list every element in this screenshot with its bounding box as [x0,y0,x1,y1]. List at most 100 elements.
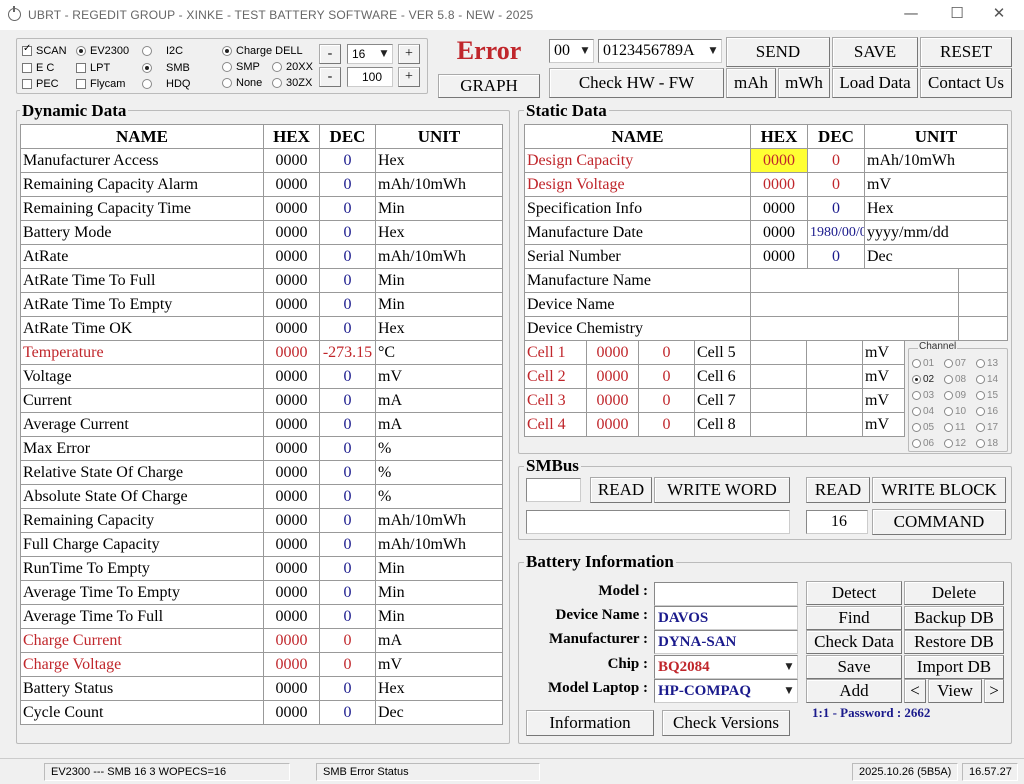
table-row[interactable]: Specification Info 0000 0 Hex [524,196,1008,221]
decrement-button[interactable]: - [319,44,341,64]
graph-button[interactable]: GRAPH [438,74,540,98]
table-row[interactable]: Remaining Capacity Alarm 0000 0 mAh/10mWh [20,172,503,197]
contact-us-button[interactable]: Contact Us [920,68,1012,98]
write-block-button[interactable]: WRITE BLOCK [872,477,1006,503]
table-row[interactable]: RunTime To Empty 0000 0 Min [20,556,503,581]
channel-radio-01[interactable]: 01 [912,358,934,369]
command-code-select[interactable]: 00 ▼ [549,39,594,63]
table-row[interactable]: Design Voltage 0000 0 mV [524,172,1008,197]
channel-radio-18[interactable]: 18 [976,438,998,449]
maximize-button[interactable]: ☐ [944,4,970,26]
model-laptop-select[interactable]: HP-COMPAQ ▼ [654,679,798,703]
load-data-button[interactable]: Load Data [832,68,918,98]
table-row[interactable]: Device Chemistry [524,316,1008,341]
smb-radio[interactable]: SMB [142,62,190,74]
send-button[interactable]: SEND [726,37,830,67]
channel-radio-12[interactable]: 12 [944,438,966,449]
command-button[interactable]: COMMAND [872,509,1006,535]
table-row[interactable]: AtRate Time To Full 0000 0 Min [20,268,503,293]
table-row[interactable]: Average Time To Empty 0000 0 Min [20,580,503,605]
ev2300-radio[interactable]: EV2300 [76,45,129,57]
check-hw-fw-button[interactable]: Check HW - FW [549,68,724,98]
mwh-button[interactable]: mWh [778,68,830,98]
smbus-address-input[interactable] [526,478,581,502]
cell-row[interactable]: Cell 2 0000 0 Cell 6 mV [524,364,905,389]
channel-radio-07[interactable]: 07 [944,358,966,369]
smbus-data-input[interactable] [526,510,790,534]
import-db-button[interactable]: Import DB [904,655,1004,679]
check-versions-button[interactable]: Check Versions [662,710,790,736]
table-row[interactable]: Temperature 0000 -273.15 °C [20,340,503,365]
channel-radio-05[interactable]: 05 [912,422,934,433]
restore-db-button[interactable]: Restore DB [904,630,1004,654]
backup-db-button[interactable]: Backup DB [904,606,1004,630]
manufacturer-input[interactable]: DYNA-SAN [654,630,798,654]
flycam-checkbox[interactable]: Flycam [76,78,125,90]
smbus-read-button[interactable]: READ [590,477,652,503]
20xx-radio[interactable]: 20XX [272,61,313,73]
device-name-input[interactable]: DAVOS [654,606,798,630]
lpt-checkbox[interactable]: LPT [76,62,110,74]
channel-radio-16[interactable]: 16 [976,406,998,417]
table-row[interactable]: Full Charge Capacity 0000 0 mAh/10mWh [20,532,503,557]
table-row[interactable]: Manufacturer Access 0000 0 Hex [20,148,503,173]
model-input[interactable] [654,582,798,606]
table-row[interactable]: Remaining Capacity Time 0000 0 Min [20,196,503,221]
view-button[interactable]: View [928,679,982,703]
channel-radio-10[interactable]: 10 [944,406,966,417]
smbus-read-block-button[interactable]: READ [806,477,870,503]
channel-radio-15[interactable]: 15 [976,390,998,401]
table-row[interactable]: AtRate Time To Empty 0000 0 Min [20,292,503,317]
table-row[interactable]: AtRate 0000 0 mAh/10mWh [20,244,503,269]
table-row[interactable]: Current 0000 0 mA [20,388,503,413]
pec-checkbox[interactable]: PEC [22,78,59,90]
table-row[interactable]: Manufacture Date 0000 1980/00/00 yyyy/mm… [524,220,1008,245]
decrement-button-2[interactable]: - [319,67,341,87]
smbus-count-input[interactable]: 16 [806,510,868,534]
channel-radio-06[interactable]: 06 [912,438,934,449]
table-row[interactable]: Manufacture Name [524,268,1008,293]
table-row[interactable]: Average Time To Full 0000 0 Min [20,604,503,629]
detect-button[interactable]: Detect [806,581,902,605]
cell-row[interactable]: Cell 3 0000 0 Cell 7 mV [524,388,905,413]
table-row[interactable]: Relative State Of Charge 0000 0% [20,460,503,485]
channel-radio-09[interactable]: 09 [944,390,966,401]
prev-button[interactable]: < [904,679,926,703]
channel-radio-14[interactable]: 14 [976,374,998,385]
value-input[interactable]: 100 [347,67,393,87]
increment-button[interactable]: + [398,44,420,64]
increment-button-2[interactable]: + [398,67,420,87]
information-button[interactable]: Information [526,710,654,736]
table-row[interactable]: Remaining Capacity 0000 0 mAh/10mWh [20,508,503,533]
table-row[interactable]: Battery Mode 0000 0 Hex [20,220,503,245]
table-row[interactable]: AtRate Time OK 0000 0 Hex [20,316,503,341]
speed-select[interactable]: 16 ▼ [347,44,393,64]
add-button[interactable]: Add [806,679,902,703]
channel-radio-08[interactable]: 08 [944,374,966,385]
table-row[interactable]: Max Error 0000 0% [20,436,503,461]
cell-row[interactable]: Cell 4 0000 0 Cell 8 mV [524,412,905,437]
chip-select[interactable]: BQ2084 ▼ [654,655,798,679]
table-row[interactable]: Charge Voltage 0000 0 mV [20,652,503,677]
channel-radio-11[interactable]: 11 [944,422,965,433]
table-row[interactable]: Average Current 0000 0 mA [20,412,503,437]
channel-radio-04[interactable]: 04 [912,406,934,417]
table-row[interactable]: Absolute State Of Charge 0000 0% [20,484,503,509]
channel-radio-02[interactable]: 02 [912,374,934,385]
hdq-radio[interactable]: HDQ [142,78,190,90]
table-row[interactable]: Design Capacity 0000 0 mAh/10mWh [524,148,1008,173]
delete-button[interactable]: Delete [904,581,1004,605]
save-button[interactable]: SAVE [832,37,918,67]
cell-row[interactable]: Cell 1 0000 0 Cell 5 mV [524,340,905,365]
command-data-select[interactable]: 0123456789A ▼ [598,39,722,63]
ec-checkbox[interactable]: E C [22,62,54,74]
write-word-button[interactable]: WRITE WORD [654,477,790,503]
table-row[interactable]: Cycle Count 0000 0 Dec [20,700,503,725]
table-row[interactable]: Battery Status 0000 0 Hex [20,676,503,701]
find-button[interactable]: Find [806,606,902,630]
battery-save-button[interactable]: Save [806,655,902,679]
check-data-button[interactable]: Check Data [806,630,902,654]
smp-radio[interactable]: SMP [222,61,260,73]
minimize-button[interactable]: — [898,4,924,26]
next-button[interactable]: > [984,679,1004,703]
